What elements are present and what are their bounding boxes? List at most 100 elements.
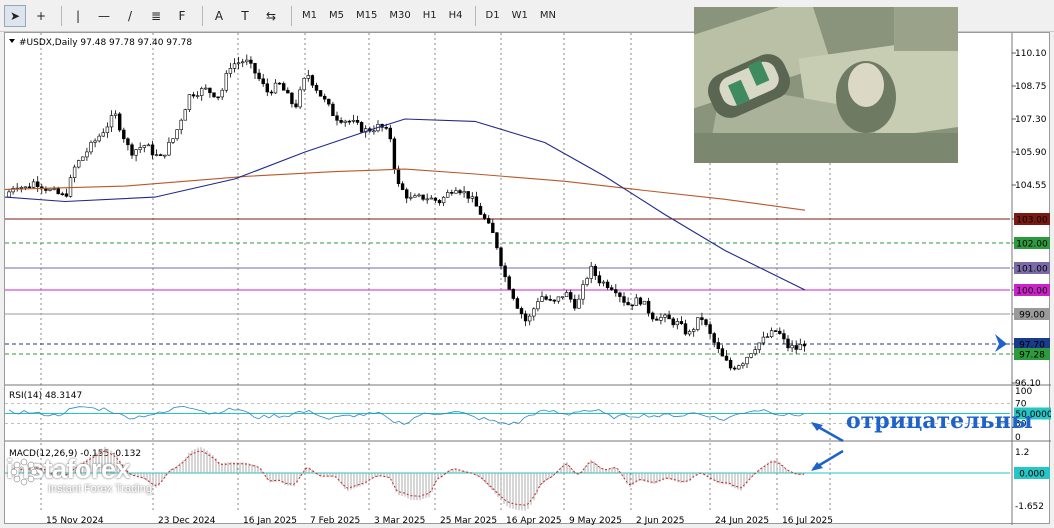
candle-body xyxy=(614,289,618,294)
candle-body xyxy=(737,365,741,370)
fibonacci-tool-icon[interactable]: F xyxy=(171,5,193,27)
candle-body xyxy=(761,336,766,344)
timeframe-m5-button[interactable]: M5 xyxy=(324,7,349,24)
candle-body xyxy=(200,88,204,96)
toolbar-separator xyxy=(61,5,62,26)
level-tag-label: 97.28 xyxy=(1019,351,1045,361)
candle-body xyxy=(286,89,290,94)
timeframe-h1-button[interactable]: H1 xyxy=(418,7,442,24)
crosshair-tool-icon[interactable]: + xyxy=(30,5,52,27)
candle-body xyxy=(425,198,429,201)
candle-body xyxy=(167,142,171,156)
candle-body xyxy=(794,345,798,350)
candle-body xyxy=(68,177,73,197)
candle-body xyxy=(404,189,409,199)
candle-body xyxy=(601,281,606,284)
timeframe-d1-button[interactable]: D1 xyxy=(481,7,505,24)
candle-body xyxy=(85,151,89,158)
candle-body xyxy=(462,191,466,194)
level-tag-label: 101.00 xyxy=(1016,265,1048,275)
candle-body xyxy=(679,321,684,324)
candle-body xyxy=(700,317,704,320)
candle-body xyxy=(778,330,782,334)
candle-body xyxy=(105,126,110,134)
candle-body xyxy=(568,292,573,300)
macd-zero-tag-label: 0.000 xyxy=(1019,470,1045,480)
cursor-tool-icon[interactable]: ➤ xyxy=(4,4,26,27)
arrows-tool-icon[interactable]: ⇆ xyxy=(260,5,282,27)
trendline-tool-icon[interactable]: / xyxy=(119,5,141,27)
candle-body xyxy=(220,89,224,98)
timeframe-h4-button[interactable]: H4 xyxy=(444,7,468,24)
candle-body xyxy=(638,297,643,305)
timeframe-mn-button[interactable]: MN xyxy=(535,7,561,24)
candle-body xyxy=(577,298,581,309)
candle-body xyxy=(597,275,602,284)
candle-body xyxy=(712,333,716,343)
candle-body xyxy=(179,119,183,130)
price-tick-label: 107.30 xyxy=(1015,115,1047,125)
candle-body xyxy=(331,103,335,117)
candle-body xyxy=(48,188,52,191)
candle-body xyxy=(388,127,392,140)
equidistant-channel-tool-icon[interactable]: ≣ xyxy=(145,5,167,27)
candle-body xyxy=(228,68,233,74)
timeframe-m1-button[interactable]: M1 xyxy=(297,7,322,24)
date-axis-label: 16 Jul 2025 xyxy=(782,516,833,525)
candle-body xyxy=(765,336,770,339)
candle-body xyxy=(634,297,639,306)
candle-body xyxy=(277,82,282,85)
brand-tagline: Instant Forex Trading xyxy=(48,483,152,495)
candle-body xyxy=(224,73,228,91)
candle-body xyxy=(609,287,614,290)
text-label-tool-icon[interactable]: T xyxy=(234,5,256,27)
candle-body xyxy=(216,96,220,99)
chart-symbol-header: #USDX,Daily 97.48 97.78 97.40 97.78 xyxy=(19,38,192,48)
fast-moving-average-line xyxy=(5,118,806,291)
candle-body xyxy=(536,301,540,310)
horizontal-line-tool-icon[interactable]: — xyxy=(93,5,115,27)
candle-body xyxy=(273,82,278,94)
candle-body xyxy=(704,319,708,325)
candle-body xyxy=(142,145,146,148)
candle-body xyxy=(204,87,208,90)
candle-body xyxy=(113,113,118,116)
candle-body xyxy=(560,296,565,299)
candle-body xyxy=(757,342,762,350)
text-tool-icon[interactable]: A xyxy=(208,5,230,27)
candle-body xyxy=(81,156,85,161)
candle-body xyxy=(687,331,692,335)
candle-body xyxy=(605,281,610,288)
candle-body xyxy=(798,343,803,350)
timeframe-m15-button[interactable]: M15 xyxy=(351,7,382,24)
candle-body xyxy=(294,103,298,108)
candle-body xyxy=(474,196,479,207)
candle-body xyxy=(56,188,60,195)
candle-body xyxy=(433,197,438,201)
candle-body xyxy=(392,138,397,170)
date-axis-label: 2 Jun 2025 xyxy=(636,516,684,525)
candle-body xyxy=(138,147,142,150)
price-chart[interactable]: #USDX,Daily 97.48 97.78 97.40 97.78 110.1… xyxy=(4,7,1051,525)
candle-body xyxy=(716,342,721,349)
candle-body xyxy=(667,314,671,320)
candle-body xyxy=(318,90,323,97)
candle-body xyxy=(724,355,729,361)
date-axis-label: 9 May 2025 xyxy=(569,516,622,525)
candle-body xyxy=(622,296,626,303)
timeframe-w1-button[interactable]: W1 xyxy=(507,7,533,24)
collapse-arrow-icon[interactable] xyxy=(9,39,15,43)
candle-body xyxy=(445,192,450,198)
candle-body xyxy=(269,91,274,94)
candle-body xyxy=(245,59,249,63)
vertical-line-tool-icon[interactable]: | xyxy=(67,5,89,27)
macd-tick-label: -1.652 xyxy=(1015,502,1044,512)
timeframe-m30-button[interactable]: M30 xyxy=(384,7,415,24)
instaforex-watermark: instaforex Instant Forex Trading xyxy=(6,454,152,495)
candle-body xyxy=(298,89,302,108)
candle-body xyxy=(593,265,598,276)
candle-body xyxy=(482,214,487,219)
annotation-negative-label: отрицательны xyxy=(846,408,1033,434)
candle-body xyxy=(355,120,360,123)
toolbar-separator xyxy=(202,5,203,26)
